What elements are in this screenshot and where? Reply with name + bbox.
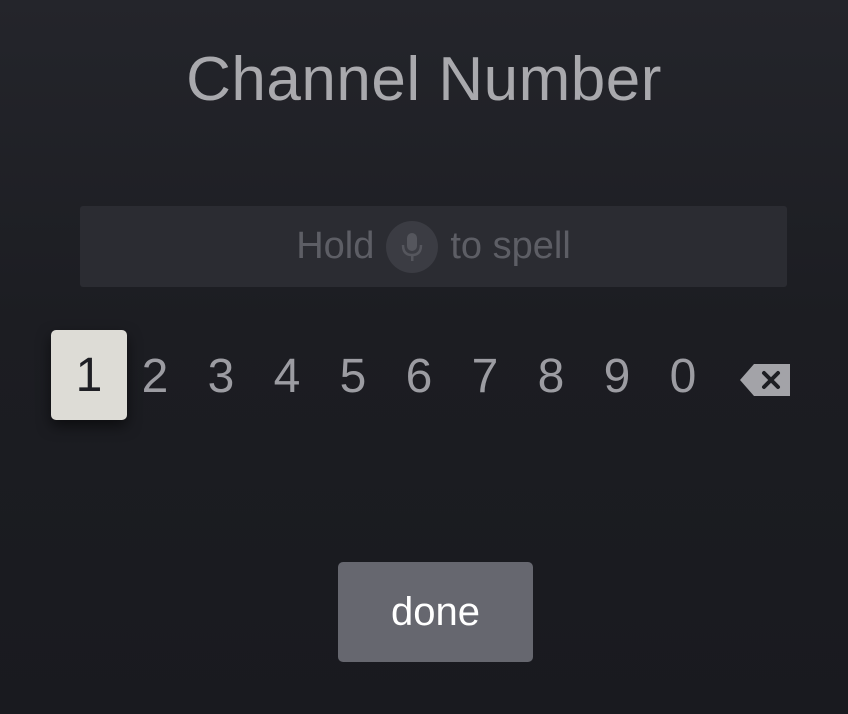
numeric-keypad: 1 2 3 4 5 6 7 8 9 0: [0, 330, 848, 426]
key-5[interactable]: 5: [322, 330, 384, 422]
microphone-icon: [386, 220, 439, 273]
key-2[interactable]: 2: [124, 330, 186, 422]
key-6[interactable]: 6: [388, 330, 450, 422]
key-3[interactable]: 3: [190, 330, 252, 422]
key-8[interactable]: 8: [520, 330, 582, 422]
done-button[interactable]: done: [338, 562, 533, 662]
key-7[interactable]: 7: [454, 330, 516, 422]
channel-input-field[interactable]: Hold to spell: [80, 206, 787, 287]
field-hint-suffix: to spell: [450, 225, 571, 267]
key-0[interactable]: 0: [652, 330, 714, 422]
backspace-icon[interactable]: [736, 360, 794, 400]
key-1[interactable]: 1: [51, 330, 127, 420]
key-4[interactable]: 4: [256, 330, 318, 422]
field-hint-prefix: Hold: [296, 225, 375, 267]
channel-number-title: Channel Number: [186, 45, 662, 114]
key-9[interactable]: 9: [586, 330, 648, 422]
